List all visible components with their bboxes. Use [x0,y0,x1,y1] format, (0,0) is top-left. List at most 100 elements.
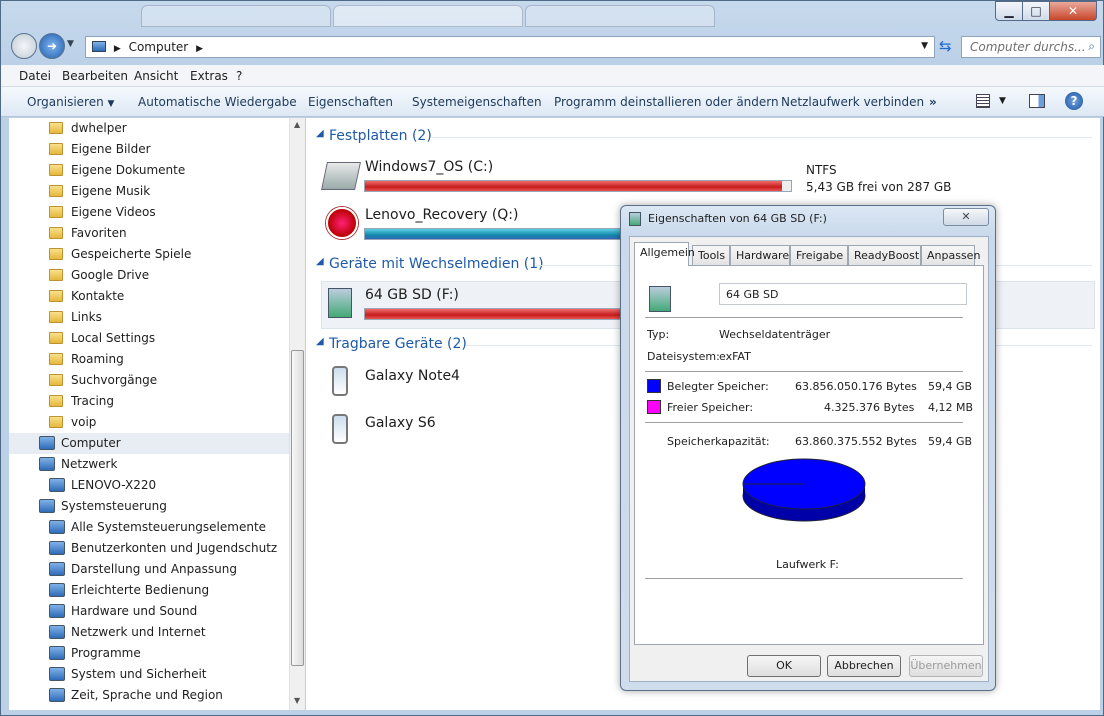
dialog-close-button[interactable]: ✕ [943,208,989,226]
nav-folder-item[interactable]: dwhelper [9,118,289,139]
nav-folder-item[interactable]: Roaming [9,349,289,370]
scroll-down-icon[interactable]: ▼ [294,696,300,705]
group-removable[interactable]: Geräte mit Wechselmedien (1) [329,256,544,272]
nav-folder-item[interactable]: Eigene Dokumente [9,160,289,181]
nav-folder-item[interactable]: Suchvorgänge [9,370,289,391]
preview-pane-icon[interactable] [1029,94,1045,108]
nav-folder-item[interactable]: Google Drive [9,265,289,286]
nav-folder-item[interactable]: Tracing [9,391,289,412]
minimize-button[interactable]: ▁ [995,1,1023,21]
drive-name-field[interactable]: 64 GB SD [719,283,967,305]
nav-control-panel-item[interactable]: System und Sicherheit [9,664,289,685]
nav-scrollbar[interactable]: ▲ ▼ [289,118,305,710]
nav-folder-item[interactable]: Kontakte [9,286,289,307]
nav-item-label: Netzwerk [61,457,118,471]
nav-folder-item[interactable]: voip [9,412,289,433]
map-network-drive-button[interactable]: Netzlaufwerk verbinden [781,95,924,109]
nav-item-label: Gespeicherte Spiele [71,247,192,261]
chevron-down-icon[interactable]: ▼ [999,96,1006,106]
dialog-tab[interactable]: Tools [692,245,730,265]
device-galaxy-s6[interactable]: Galaxy S6 [365,415,436,431]
autoplay-button[interactable]: Automatische Wiedergabe [138,95,297,109]
nav-item-label: Hardware und Sound [71,604,198,618]
computer-icon [49,478,65,492]
nav-computer[interactable]: Computer [9,433,289,454]
browser-tab[interactable] [333,5,523,27]
help-icon[interactable]: ? [1065,92,1083,110]
view-icon[interactable] [976,94,990,108]
dialog-tab[interactable]: Anpassen [921,245,980,265]
nav-folder-item[interactable]: Links [9,307,289,328]
apply-button[interactable]: Übernehmen [909,655,983,677]
computer-icon [92,41,106,52]
nav-item-label: Roaming [71,352,124,366]
organize-button[interactable]: Organisieren ▼ [27,95,114,109]
browser-tab[interactable] [525,5,715,27]
close-button[interactable]: ✕ [1049,1,1097,21]
nav-network[interactable]: Netzwerk [9,454,289,475]
properties-button[interactable]: Eigenschaften [308,95,393,109]
nav-control-panel-item[interactable]: Netzwerk und Internet [9,622,289,643]
nav-folder-item[interactable]: Favoriten [9,223,289,244]
menu-extras[interactable]: Extras [190,69,228,83]
collapse-icon[interactable]: ◢ [316,336,324,347]
dialog-tab[interactable]: Freigabe [790,245,848,265]
scroll-up-icon[interactable]: ▲ [294,120,300,129]
nav-control-panel-item[interactable]: Erleichterte Bedienung [9,580,289,601]
nav-folder-item[interactable]: Gespeicherte Spiele [9,244,289,265]
drive-c-usage-bar [364,180,792,192]
ok-button[interactable]: OK [747,655,821,677]
cancel-button[interactable]: Abbrechen [827,655,901,677]
nav-control-panel[interactable]: Systemsteuerung [9,496,289,517]
nav-folder-item[interactable]: Local Settings [9,328,289,349]
nav-control-panel-item[interactable]: Alle Systemsteuerungselemente [9,517,289,538]
dialog-tab[interactable]: Allgemein [634,242,695,266]
drive-q-name[interactable]: Lenovo_Recovery (Q:) [365,207,518,223]
address-dropdown[interactable]: ▼ [921,41,928,51]
nav-control-panel-item[interactable]: Zeit, Sprache und Region [9,685,289,706]
nav-control-panel-item[interactable]: Darstellung und Anpassung [9,559,289,580]
menu-datei[interactable]: Datei [19,69,51,83]
menu-bearbeiten[interactable]: Bearbeiten [62,69,128,83]
menu-help[interactable]: ? [236,69,242,83]
maximize-button[interactable]: □ [1022,1,1050,21]
search-input[interactable]: Computer durchs... ⌕ [961,36,1101,58]
address-path[interactable]: ▶ Computer ▶ ▼ [85,36,935,58]
drive-q-usage-fill [365,229,664,239]
nav-control-panel-item[interactable]: Hardware und Sound [9,601,289,622]
nav-control-panel-item[interactable]: Programme [9,643,289,664]
forward-button[interactable]: ➜ [39,33,65,59]
refresh-icon[interactable]: ⇆ [939,37,957,57]
system-properties-button[interactable]: Systemeigenschaften [412,95,542,109]
nav-item-label: Netzwerk und Internet [71,625,206,639]
device-galaxy-note4[interactable]: Galaxy Note4 [365,368,460,384]
browser-tab[interactable] [141,5,331,27]
folder-icon [49,269,63,281]
menu-ansicht[interactable]: Ansicht [134,69,178,83]
scroll-thumb[interactable] [291,350,304,666]
group-portable[interactable]: Tragbare Geräte (2) [329,336,467,352]
back-button[interactable] [11,33,37,59]
nav-item-label: Favoriten [71,226,127,240]
more-commands-button[interactable]: » [929,95,937,109]
group-hdd[interactable]: Festplatten (2) [329,128,432,144]
history-dropdown[interactable]: ▼ [67,39,74,49]
uninstall-program-button[interactable]: Programm deinstallieren oder ändern [554,95,779,109]
nav-folder-item[interactable]: Eigene Videos [9,202,289,223]
nav-folder-item[interactable]: Eigene Musik [9,181,289,202]
drive-f-name[interactable]: 64 GB SD (F:) [365,287,459,303]
collapse-icon[interactable]: ◢ [316,128,324,139]
dialog-tab[interactable]: Hardware [730,245,790,265]
breadcrumb-computer[interactable]: Computer [129,40,189,54]
drive-c-name[interactable]: Windows7_OS (C:) [365,159,493,175]
chevron-right-icon[interactable]: ▶ [196,44,203,54]
nav-control-panel-item[interactable]: Benutzerkonten und Jugendschutz [9,538,289,559]
nav-network-child[interactable]: LENOVO-X220 [9,475,289,496]
nav-folder-item[interactable]: Eigene Bilder [9,139,289,160]
free-bytes: 4.325.376 Bytes [824,401,915,414]
collapse-icon[interactable]: ◢ [316,256,324,267]
nav-item-label: Erleichterte Bedienung [71,583,210,597]
dialog-tab[interactable]: ReadyBoost [848,245,921,265]
free-label: Freier Speicher: [667,401,754,414]
network-icon [39,457,55,471]
